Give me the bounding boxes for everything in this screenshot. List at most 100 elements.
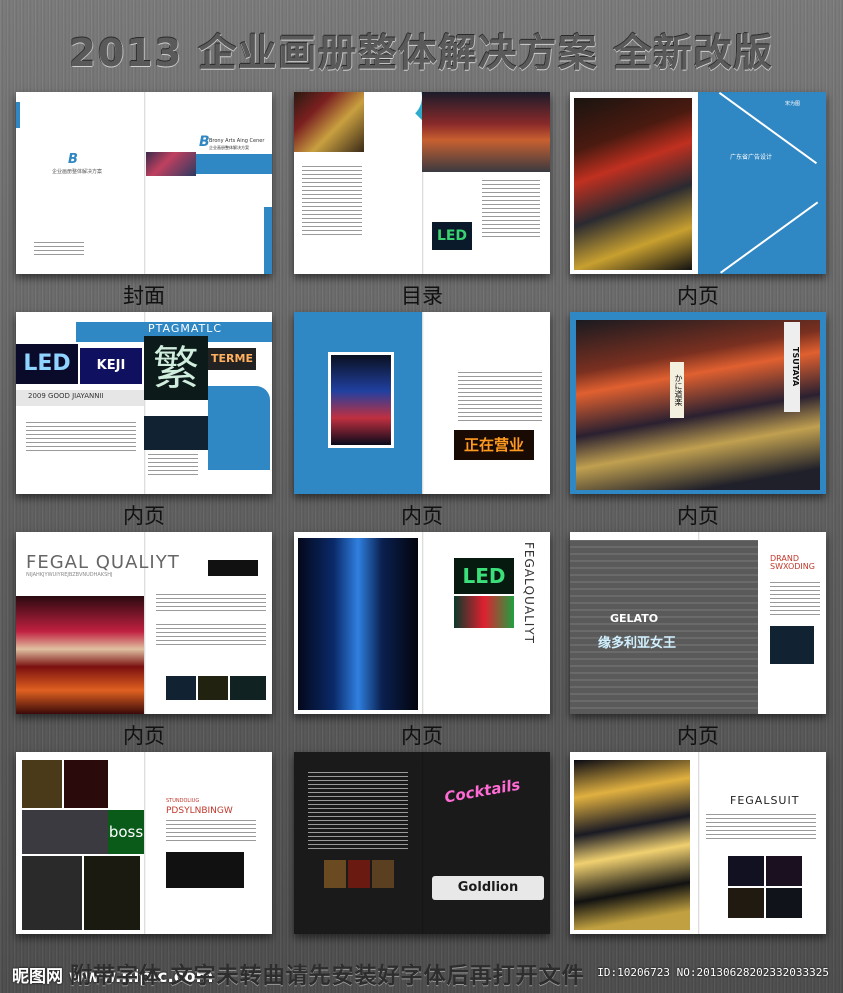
brochure-toc: LED (294, 92, 550, 274)
page: { "title": "2013 企业画册整体解决方案 全新改版", "capt… (0, 0, 843, 993)
p9-heading-2: SWXODING (770, 562, 815, 571)
p3-blue-panel (698, 92, 826, 274)
cover-photo (146, 152, 196, 176)
p7-thumb-3 (198, 676, 228, 700)
p9-text (770, 582, 820, 616)
brochure-page-3: 广东省广告设计 宋为图 (570, 92, 826, 274)
brochure-page-11: Cocktails Goldlion (294, 752, 550, 934)
p3-photo (574, 98, 692, 270)
p6-sign-2: かに道楽 (670, 362, 684, 418)
p4-text-right (148, 454, 198, 476)
spine (422, 752, 424, 934)
caption-7: 内页 (123, 724, 165, 748)
p10-heading-1: STUNDOLIUG (166, 798, 200, 804)
footer-notice: 附带字体 文字未转曲请先安装好字体后再打开文件 (70, 964, 585, 989)
p9-thumb (770, 626, 814, 664)
p4-blue-panel (208, 386, 270, 470)
p5-sign: 正在营业 (454, 430, 534, 460)
toc-photo-1 (294, 92, 364, 152)
brochure-page-12: FEGALSUIT (570, 752, 826, 934)
p4-term: TERME (208, 348, 256, 370)
p10-heading-2: PDSYLNBINGW (166, 806, 233, 816)
brochure-cover: B 企业画册整体解决方案 B Brony Arts Aing Cener 企业画… (16, 92, 272, 274)
p7-photo (16, 596, 144, 714)
logo-icon: B (68, 152, 78, 167)
p12-thumb-4 (766, 888, 802, 918)
p9-shop: GELATO (610, 612, 659, 625)
spine (144, 92, 146, 274)
p7-heading: FEGAL QUALIYT (26, 552, 180, 573)
p8-vertical-text: FEGALQUALIYT (522, 542, 536, 644)
p12-photo (574, 760, 690, 930)
p12-heading: FEGALSUIT (730, 794, 800, 807)
p11-text (308, 772, 408, 852)
spine (698, 752, 700, 934)
caption-5: 内页 (401, 504, 443, 528)
caption-3: 内页 (677, 284, 719, 308)
p5-text (458, 372, 542, 422)
brochure-page-4: PTAGMATLC LED KEJI 繁 TERME 2009 GOOD JIA… (16, 312, 272, 494)
toc-text (302, 166, 362, 236)
toc-photo-2 (422, 92, 550, 172)
p3-tag: 宋为图 (785, 101, 801, 107)
p11-thumb-3 (372, 860, 394, 888)
p12-thumb-2 (766, 856, 802, 886)
brochure-page-8: FEGALQUALIYT LED (294, 532, 550, 714)
p4-big-char: 繁 (144, 336, 208, 400)
p12-thumb-3 (728, 888, 764, 918)
caption-4: 内页 (123, 504, 165, 528)
p7-sub: NIJAHKJYWUIYREJBZBVNUDHAKSHJ (26, 572, 113, 578)
p8-photo (298, 538, 418, 710)
p10-photo-3 (22, 810, 108, 854)
p12-text (706, 814, 816, 842)
brochure-page-6: TSUTAYA かに道楽 (570, 312, 826, 494)
toc-led-thumb: LED (432, 222, 472, 250)
p11-neon-2: Goldlion (432, 876, 544, 900)
p4-keji: KEJI (80, 348, 142, 384)
brochure-page-7: FEGAL QUALIYT NIJAHKJYWUIYREJBZBVNUDHAKS… (16, 532, 272, 714)
caption-6: 内页 (677, 504, 719, 528)
p9-shop-cn: 缘多利亚女王 (598, 636, 677, 651)
caption-9: 内页 (677, 724, 719, 748)
footer-id: ID:10206723 NO:20130628202332033325 (597, 966, 829, 979)
p7-text-2 (156, 624, 266, 648)
cover-blue-strip (16, 102, 20, 128)
p8-cd-photo (454, 596, 514, 628)
p10-boss: boss (108, 810, 144, 854)
p11-thumb-1 (324, 860, 346, 888)
p6-sign-1: TSUTAYA (784, 322, 800, 412)
p7-thumb-4 (230, 676, 266, 700)
p9-photo (570, 540, 758, 714)
caption-8: 内页 (401, 724, 443, 748)
brochure-page-9: GELATO 缘多利亚女王 DRAND SWXODING (570, 532, 826, 714)
p10-photo-2 (64, 760, 108, 808)
p4-sign-photo (144, 416, 208, 450)
toc-list (482, 180, 540, 240)
spine (422, 312, 424, 494)
p7-text-1 (156, 594, 266, 614)
brochure-page-10: boss STUNDOLIUG PDSYLNBINGW (16, 752, 272, 934)
p5-photo (328, 352, 394, 448)
p10-photo-1 (22, 760, 62, 808)
page-title: 2013 企业画册整体解决方案 全新改版 (69, 31, 774, 75)
p4-year-line: 2009 GOOD JIAYANNII (28, 392, 104, 400)
cover-small-title: 企业画册整体解决方案 (52, 169, 103, 175)
cover-text (34, 242, 84, 256)
caption-2: 目录 (401, 284, 443, 308)
p12-thumb-1 (728, 856, 764, 886)
cover-blue-bar (264, 207, 272, 274)
cover-brand-sub: 企业画册整体解决方案 (209, 145, 249, 150)
p10-thumb (166, 852, 244, 888)
p11-neon-1: Cocktails (443, 775, 522, 807)
p10-text (166, 820, 256, 842)
spine (144, 752, 146, 934)
p4-text (26, 422, 136, 452)
p11-thumb-2 (348, 860, 370, 888)
p10-photo-4 (22, 856, 82, 930)
p8-led: LED (454, 558, 514, 594)
cover-brand: Brony Arts Aing Cener (209, 138, 265, 144)
p4-led: LED (16, 344, 78, 384)
p10-photo-5 (84, 856, 140, 930)
cover-blue-band (196, 154, 272, 174)
p7-thumb (208, 560, 258, 576)
